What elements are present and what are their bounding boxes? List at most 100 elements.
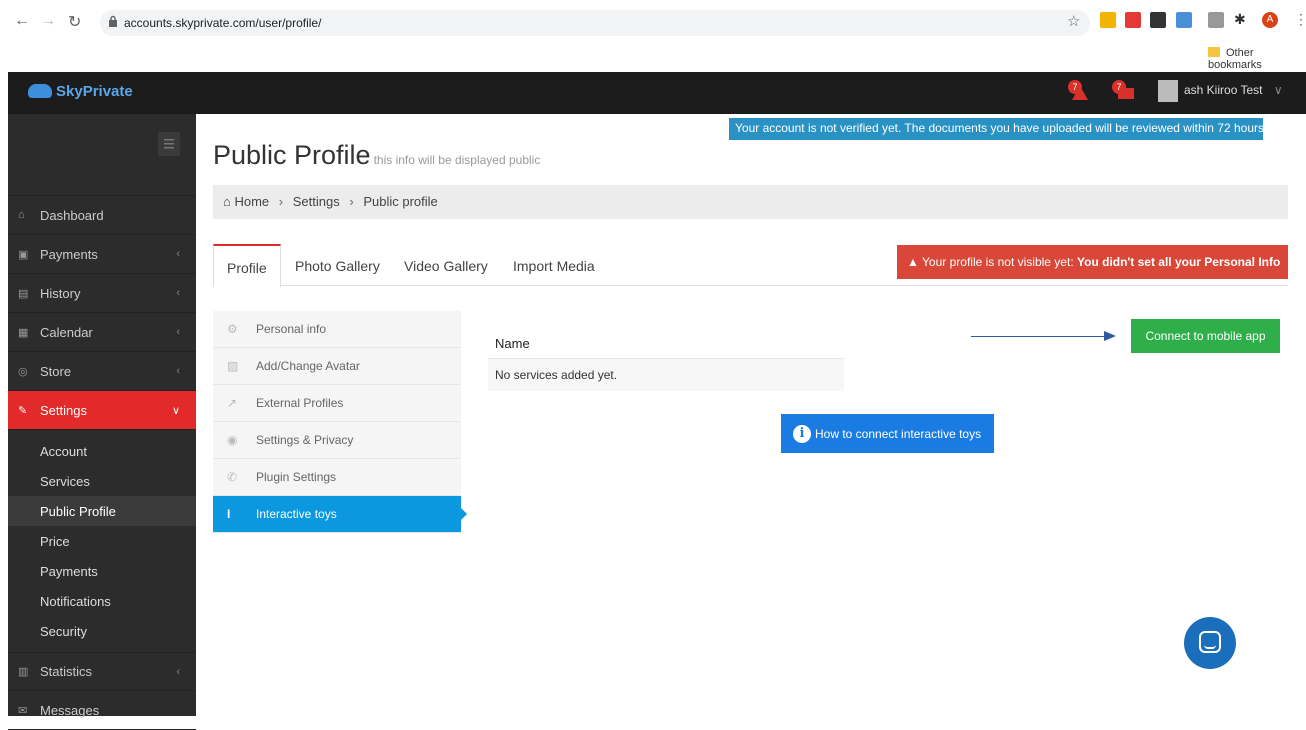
user-menu[interactable]: ash Kiiroo Test ∨ [1158,80,1283,106]
logo[interactable]: SkyPrivate [28,83,133,100]
services-table: Name No services added yet. [488,325,844,391]
breadcrumb: ⌂ Home › Settings › Public profile [213,185,1288,219]
menu-item-personal-info[interactable]: ⚙ Personal info [213,311,461,348]
submenu-item-services[interactable]: Services [8,466,196,496]
profile-visibility-alert: ▲ Your profile is not visible yet: You d… [897,245,1288,279]
folder-icon [1208,47,1220,57]
menu-item-plugin-settings[interactable]: ✆ Plugin Settings [213,459,461,496]
menu-item-interactive-toys[interactable]: I Interactive toys [213,496,467,533]
tab-profile[interactable]: Profile [213,244,281,287]
chevron-left-icon: ‹ [176,287,180,299]
settings-submenu: Account Services Public Profile Price Pa… [8,430,196,652]
chevron-left-icon: ‹ [176,326,180,338]
submenu-item-price[interactable]: Price [8,526,196,556]
cloud-logo-icon [28,84,52,98]
extension-icon[interactable] [1150,12,1166,28]
sidebar-item-store[interactable]: ◎ Store ‹ [8,352,196,391]
breadcrumb-current: Public profile [363,194,438,209]
phone-icon: ✆ [227,470,238,484]
profile-section-menu: ⚙ Personal info ▨ Add/Change Avatar ↗ Exter… [213,311,467,533]
submenu-item-payments[interactable]: Payments [8,556,196,586]
reload-icon[interactable]: ↻ [68,12,81,32]
toy-icon: I [227,507,231,521]
home-icon: ⌂ [223,194,231,209]
submenu-item-security[interactable]: Security [8,616,196,646]
extensions-puzzle-icon[interactable]: ✱ [1234,11,1250,27]
forward-icon[interactable]: → [40,12,56,30]
chevron-down-icon: ∨ [1273,83,1283,98]
table-empty-row: No services added yet. [488,359,844,391]
messages-icon[interactable]: 7 [1112,80,1134,102]
chat-icon [1199,631,1221,653]
how-to-connect-toys-button[interactable]: i How to connect interactive toys [781,414,994,453]
breadcrumb-separator: › [349,194,354,209]
bookmark-folder[interactable]: Other bookmarks [1208,47,1306,71]
sidebar-header [8,114,196,196]
address-bar[interactable]: accounts.skyprivate.com/user/profile/ [100,10,1090,36]
envelope-icon: ✉ [18,704,28,717]
info-icon: i [793,424,811,443]
eye-icon: ◉ [227,433,238,447]
breadcrumb-settings[interactable]: Settings [293,194,340,209]
connect-mobile-app-button[interactable]: Connect to mobile app [1131,319,1280,353]
extension-icon[interactable] [1208,12,1224,28]
app-topbar: SkyPrivate 7 7 ash Kiiroo Test ∨ [8,72,1306,114]
lock-icon [109,15,117,27]
bar-chart-icon: ▥ [18,666,29,678]
extension-icon[interactable] [1100,12,1116,28]
calendar-icon: ▦ [18,326,29,339]
home-icon: ⌂ [18,209,25,221]
sidebar: ⌂ Dashboard ▣ Payments ‹ ▤ History ‹ ▦ Calenda… [8,114,196,730]
chat-launcher-button[interactable] [1184,617,1236,669]
submenu-item-account[interactable]: Account [8,436,196,466]
image-icon: ▨ [227,359,239,373]
extension-icon[interactable] [1125,12,1141,28]
sidebar-item-dashboard[interactable]: ⌂ Dashboard [8,196,196,235]
chevron-left-icon: ‹ [176,248,180,260]
tab-video-gallery[interactable]: Video Gallery [404,244,488,286]
message-badge: 7 [1112,80,1126,94]
chevron-left-icon: ‹ [176,665,180,678]
pointer-arrow [971,336,1105,337]
url-text: accounts.skyprivate.com/user/profile/ [124,16,322,30]
page-title: Public Profile this info will be displaye… [213,140,541,170]
page-subtitle: this info will be displayed public [373,153,541,167]
profile-avatar-icon[interactable]: A [1262,12,1278,28]
gear-icon: ⚙ [227,322,238,336]
user-icon: ▲ [907,255,919,269]
verification-notice: Your account is not verified yet. The do… [729,118,1267,140]
sidebar-item-calendar[interactable]: ▦ Calendar ‹ [8,313,196,352]
money-icon: ▣ [18,248,29,261]
store-icon: ◎ [18,365,28,378]
menu-dots-icon[interactable]: ⋮ [1294,11,1306,27]
breadcrumb-home[interactable]: Home [234,194,269,209]
browser-chrome: ← → ↻ accounts.skyprivate.com/user/profi… [0,0,1306,72]
extension-icon[interactable] [1176,12,1192,28]
sidebar-item-history[interactable]: ▤ History ‹ [8,274,196,313]
sidebar-item-payments[interactable]: ▣ Payments ‹ [8,235,196,274]
menu-item-external-profiles[interactable]: ↗ External Profiles [213,385,461,422]
sidebar-item-messages[interactable]: ✉ Messages [8,691,196,730]
sidebar-item-settings[interactable]: ✎ Settings ∨ [8,391,196,430]
menu-item-settings-privacy[interactable]: ◉ Settings & Privacy [213,422,461,459]
back-icon[interactable]: ← [14,12,30,30]
notifications-bell-icon[interactable]: 7 [1068,80,1090,102]
pointer-arrow-head [1104,331,1116,341]
notification-badge: 7 [1068,80,1082,94]
book-icon: ▤ [18,287,29,300]
sidebar-item-statistics[interactable]: ▥ Statistics ‹ [8,652,196,691]
external-link-icon: ↗ [227,396,238,410]
tab-photo-gallery[interactable]: Photo Gallery [295,244,380,286]
tab-import-media[interactable]: Import Media [513,244,595,286]
submenu-item-notifications[interactable]: Notifications [8,586,196,616]
avatar [1158,80,1178,102]
menu-item-avatar[interactable]: ▨ Add/Change Avatar [213,348,461,385]
breadcrumb-separator: › [278,194,284,209]
submenu-item-public-profile[interactable]: Public Profile [8,496,196,526]
sidebar-toggle-button[interactable] [158,132,180,156]
chevron-down-icon: ∨ [171,404,180,417]
table-header-name: Name [488,325,844,359]
wrench-icon: ✎ [18,404,28,417]
chevron-left-icon: ‹ [176,365,180,377]
bookmark-star-icon[interactable]: ☆ [1067,12,1080,30]
